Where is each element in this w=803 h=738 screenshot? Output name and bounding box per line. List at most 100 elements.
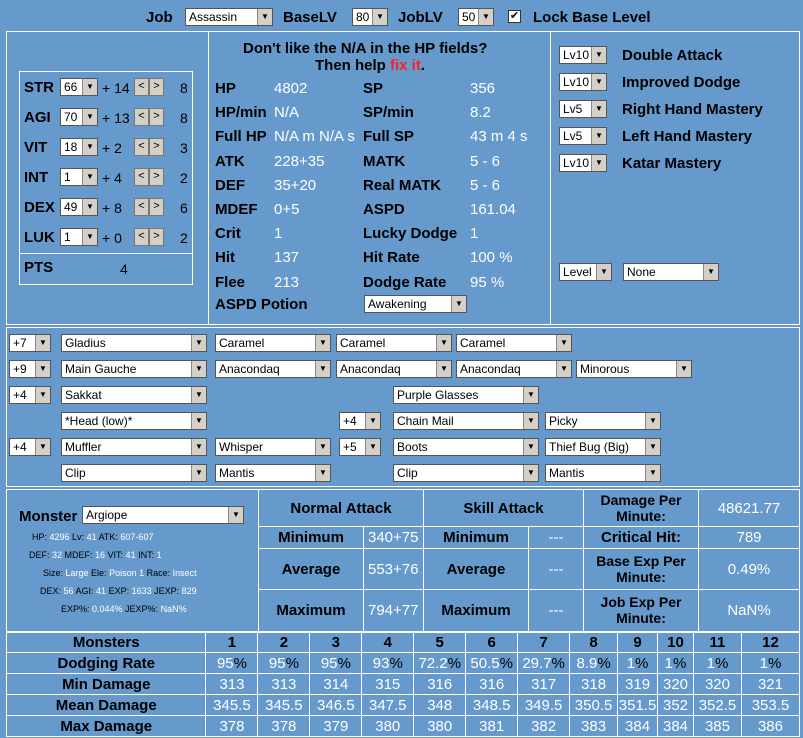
column-header: 1 — [205, 632, 259, 653]
skill-level-select[interactable]: Lv5 ▼ — [559, 127, 607, 145]
increase-button[interactable]: > — [149, 138, 164, 156]
chevron-down-icon: ▼ — [523, 387, 538, 403]
refine-select[interactable]: +9 ▼ — [9, 360, 51, 378]
card-select[interactable]: Minorous ▼ — [576, 360, 692, 378]
monster-stat-line: EXP%: 0.044% JEXP%: NaN% — [61, 604, 187, 614]
fix-it-link[interactable]: fix it — [390, 57, 421, 74]
chevron-down-icon: ▼ — [191, 335, 206, 351]
dpm-value: 48621.77 — [698, 488, 800, 528]
baselv-label: BaseLV — [283, 9, 337, 26]
weapon-select[interactable]: Gladius ▼ — [61, 334, 207, 352]
select-value: Lv10 — [563, 75, 590, 89]
increase-button[interactable]: > — [149, 228, 164, 246]
monster-stat-value: 4296 — [49, 532, 70, 542]
skill-avg-label: Average — [423, 548, 529, 590]
select-value: +4 — [13, 440, 27, 454]
aspd-potion-select[interactable]: Awakening ▼ — [364, 295, 467, 313]
table-cell: 350.5 — [569, 694, 619, 716]
increase-button[interactable]: > — [149, 108, 164, 126]
card-select[interactable]: Mantis ▼ — [215, 464, 331, 482]
card-select[interactable]: Anacondaq ▼ — [215, 360, 331, 378]
extra-skill-level-select[interactable]: Level ▼ — [559, 263, 612, 281]
refine-select[interactable]: +5 ▼ — [339, 438, 381, 456]
increase-button[interactable]: > — [149, 168, 164, 186]
armor-select[interactable]: Chain Mail ▼ — [393, 412, 539, 430]
skill-level-select[interactable]: Lv10 ▼ — [559, 154, 607, 172]
card-select[interactable]: Caramel ▼ — [215, 334, 331, 352]
stat-select-vit[interactable]: 18 ▼ — [60, 138, 98, 156]
stat-select-dex[interactable]: 49 ▼ — [60, 198, 98, 216]
card-select[interactable]: Mantis ▼ — [545, 464, 661, 482]
normal-attack-header: Normal Attack — [258, 488, 424, 528]
headgear-select[interactable]: *Head (low)* ▼ — [61, 412, 207, 430]
baselv-select[interactable]: 80 ▼ — [352, 8, 388, 26]
table-cell: 352 — [657, 694, 694, 716]
monster-stat-label: DEX: — [40, 586, 64, 596]
table-row: Mean Damage 345.5 345.5 346.5 347.5 348 348.5 3… — [5, 694, 801, 716]
accessory-select[interactable]: Clip ▼ — [61, 464, 207, 482]
refine-select[interactable]: +4 ▼ — [339, 412, 381, 430]
monster-stat-value: 32 — [52, 550, 63, 560]
increase-button[interactable]: > — [149, 198, 164, 216]
row-label: Mean Damage — [5, 694, 207, 716]
select-value: Clip — [397, 466, 418, 480]
decrease-button[interactable]: < — [134, 78, 149, 96]
card-select[interactable]: Caramel ▼ — [456, 334, 572, 352]
select-value: Picky — [549, 414, 578, 428]
skill-level-select[interactable]: Lv5 ▼ — [559, 100, 607, 118]
weapon-select[interactable]: Main Gauche ▼ — [61, 360, 207, 378]
accessory-select[interactable]: Clip ▼ — [393, 464, 539, 482]
card-select[interactable]: Anacondaq ▼ — [336, 360, 452, 378]
headgear-select[interactable]: Sakkat ▼ — [61, 386, 207, 404]
chevron-down-icon: ▼ — [591, 47, 606, 63]
monster-stat-value: 607-607 — [120, 532, 154, 542]
skill-level-select[interactable]: Lv10 ▼ — [559, 73, 607, 91]
table-cell: 379 — [309, 715, 363, 737]
job-select[interactable]: Assassin ▼ — [185, 8, 273, 26]
stat-label-vit: VIT — [24, 139, 48, 156]
decrease-button[interactable]: < — [134, 198, 149, 216]
monster-stat-label: JEXP: — [151, 586, 182, 596]
chevron-down-icon: ▼ — [523, 439, 538, 455]
select-value: Whisper — [219, 440, 264, 454]
card-select[interactable]: Anacondaq ▼ — [456, 360, 572, 378]
stat-select-agi[interactable]: 70 ▼ — [60, 108, 98, 126]
monster-stat-value: 41 — [125, 550, 136, 560]
stat-select-str[interactable]: 66 ▼ — [60, 78, 98, 96]
stat-select-luk[interactable]: 1 ▼ — [60, 228, 98, 246]
card-select[interactable]: Picky ▼ — [545, 412, 661, 430]
chevron-down-icon: ▼ — [315, 361, 330, 377]
decrease-button[interactable]: < — [134, 138, 149, 156]
footgear-select[interactable]: Boots ▼ — [393, 438, 539, 456]
skill-level-select[interactable]: Lv10 ▼ — [559, 46, 607, 64]
calc-label: HP/min — [215, 104, 267, 122]
job-exp-value: NaN% — [698, 588, 800, 633]
extra-skill-select[interactable]: None ▼ — [623, 263, 719, 281]
refine-select[interactable]: +4 ▼ — [9, 438, 51, 456]
decrease-button[interactable]: < — [134, 108, 149, 126]
card-select[interactable]: Caramel ▼ — [336, 334, 452, 352]
decrease-button[interactable]: < — [134, 228, 149, 246]
refine-select[interactable]: +7 ▼ — [9, 334, 51, 352]
monster-stat-label: Ele: — [88, 568, 110, 578]
calc-value: N/A — [274, 104, 300, 122]
card-select[interactable]: Whisper ▼ — [215, 438, 331, 456]
chevron-down-icon: ▼ — [82, 169, 97, 185]
refine-select[interactable]: +4 ▼ — [9, 386, 51, 404]
aspd-potion-label: ASPD Potion — [215, 296, 308, 313]
calc-label: MATK — [363, 152, 406, 170]
calc-label: HP — [215, 80, 236, 97]
card-select[interactable]: Thief Bug (Big) ▼ — [545, 438, 661, 456]
lock-base-level-checkbox[interactable]: ✔ — [508, 10, 521, 23]
increase-button[interactable]: > — [149, 78, 164, 96]
garment-select[interactable]: Muffler ▼ — [61, 438, 207, 456]
stat-select-int[interactable]: 1 ▼ — [60, 168, 98, 186]
table-cell: 349.5 — [517, 694, 571, 716]
joblv-select[interactable]: 50 ▼ — [458, 8, 494, 26]
decrease-button[interactable]: < — [134, 168, 149, 186]
chevron-down-icon: ▼ — [372, 9, 387, 25]
monster-select[interactable]: Argiope ▼ — [82, 506, 244, 524]
row-label: Min Damage — [5, 673, 207, 695]
headgear-select[interactable]: Purple Glasses ▼ — [393, 386, 539, 404]
normal-avg-value: 553+76 — [363, 548, 424, 590]
